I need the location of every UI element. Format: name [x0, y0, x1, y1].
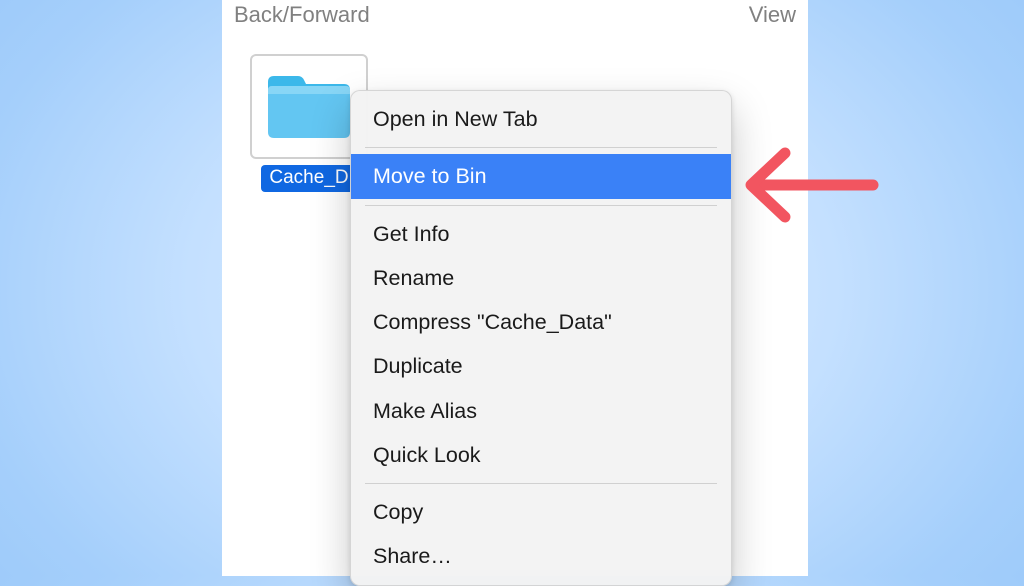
menu-item-share[interactable]: Share… [351, 534, 731, 578]
back-forward-label[interactable]: Back/Forward [234, 2, 370, 28]
menu-item-open-in-new-tab[interactable]: Open in New Tab [351, 97, 731, 141]
finder-content: Cache_D [222, 34, 808, 70]
menu-item-quick-look[interactable]: Quick Look [351, 433, 731, 477]
menu-item-duplicate[interactable]: Duplicate [351, 344, 731, 388]
menu-item-rename[interactable]: Rename [351, 256, 731, 300]
view-label[interactable]: View [749, 2, 796, 28]
folder-label: Cache_D [261, 165, 356, 192]
menu-item-move-to-bin[interactable]: Move to Bin [351, 154, 731, 198]
menu-item-make-alias[interactable]: Make Alias [351, 389, 731, 433]
menu-item-copy[interactable]: Copy [351, 490, 731, 534]
menu-separator [365, 205, 717, 206]
finder-toolbar: Back/Forward View [222, 0, 808, 34]
menu-item-compress-cache-data[interactable]: Compress "Cache_Data" [351, 300, 731, 344]
context-menu: Open in New Tab Move to Bin Get InfoRename… [350, 90, 732, 586]
menu-separator [365, 147, 717, 148]
menu-item-get-info[interactable]: Get Info [351, 212, 731, 256]
folder-icon [264, 70, 354, 144]
menu-separator [365, 483, 717, 484]
